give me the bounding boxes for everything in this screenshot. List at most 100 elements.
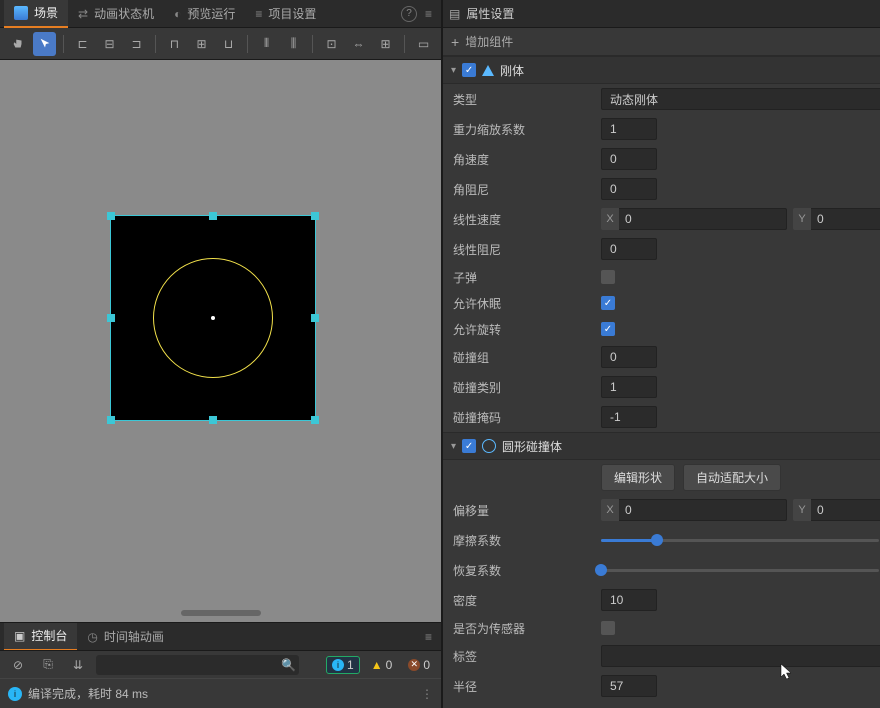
node-origin — [211, 316, 215, 320]
angular-velocity-input[interactable] — [601, 148, 657, 170]
align-left-tool[interactable]: ⊏ — [71, 32, 94, 56]
radius-input[interactable] — [601, 675, 657, 697]
sensor-checkbox[interactable] — [601, 621, 615, 635]
resize-handle[interactable] — [107, 314, 115, 322]
density-input[interactable] — [601, 589, 657, 611]
clear-console-icon[interactable]: ⊘ — [6, 653, 30, 677]
enable-checkbox[interactable]: ✓ — [462, 63, 476, 77]
fit-width-tool[interactable]: ⇔ — [347, 32, 370, 56]
resize-handle[interactable] — [311, 416, 319, 424]
resize-handle[interactable] — [311, 212, 319, 220]
linear-damping-input[interactable] — [601, 238, 657, 260]
inspector-icon: ▤ — [449, 7, 460, 21]
hand-tool[interactable] — [6, 32, 29, 56]
align-center-v-tool[interactable]: ⊞ — [190, 32, 213, 56]
edit-shape-button[interactable]: 编辑形状 — [601, 464, 675, 491]
console-info-badge[interactable]: i 1 — [326, 656, 360, 674]
rigidbody-icon — [482, 65, 494, 76]
collision-mask-input[interactable] — [601, 406, 657, 428]
scene-tab-bar: 场景 ⇄ 动画状态机 ◐ 预览运行 ≡ 项目设置 ? ≡ — [0, 0, 441, 28]
device-tool[interactable]: ▭ — [412, 32, 435, 56]
distribute-v-tool[interactable]: ⫼ — [282, 32, 305, 56]
console-tab-menu-icon[interactable]: ≡ — [425, 630, 432, 644]
tab-console-label: 控制台 — [31, 627, 67, 644]
distribute-h-tool[interactable]: ⫴ — [255, 32, 278, 56]
auto-size-button[interactable]: 自动适配大小 — [683, 464, 781, 491]
tab-project-settings[interactable]: ≡ 项目设置 — [245, 0, 326, 28]
friction-slider[interactable] — [601, 539, 879, 542]
linear-velocity-y-input[interactable] — [811, 208, 880, 230]
tab-console[interactable]: ▣ 控制台 — [4, 623, 77, 651]
align-top-tool[interactable]: ⊓ — [163, 32, 186, 56]
collision-group-input[interactable] — [601, 346, 657, 368]
select-tool[interactable] — [33, 32, 56, 56]
tab-preview[interactable]: ◐ 预览运行 — [164, 0, 245, 28]
plus-icon[interactable]: + — [451, 34, 459, 50]
chevron-down-icon[interactable]: ▾ — [451, 441, 456, 452]
component-title: 圆形碰撞体 — [502, 438, 880, 455]
prop-label: 摩擦系数 — [453, 532, 593, 549]
resize-handle[interactable] — [311, 314, 319, 322]
tab-settings-label: 项目设置 — [268, 5, 316, 22]
tab-timeline[interactable]: ◷ 时间轴动画 — [77, 623, 174, 651]
viewport-scrollbar[interactable] — [181, 610, 261, 616]
tag-input[interactable] — [601, 645, 880, 667]
resize-handle[interactable] — [209, 416, 217, 424]
enable-checkbox[interactable]: ✓ — [462, 439, 476, 453]
rigidbody-type-select[interactable]: 动态刚体 ▾ — [601, 88, 880, 110]
copy-console-icon[interactable]: ⎘ — [36, 653, 60, 677]
resize-handle[interactable] — [209, 212, 217, 220]
inspector-title: 属性设置 — [466, 5, 514, 22]
offset-y-input[interactable] — [811, 499, 880, 521]
linear-velocity-x-input[interactable] — [619, 208, 787, 230]
prop-label: 角阻尼 — [453, 181, 593, 198]
add-component-bar: + 增加组件 ‹ › 🔒 — [443, 28, 880, 56]
console-search[interactable] — [96, 655, 299, 675]
tab-anim-state[interactable]: ⇄ 动画状态机 — [68, 0, 164, 28]
prop-label: 线性阻尼 — [453, 241, 593, 258]
add-component-label[interactable]: 增加组件 — [465, 33, 880, 50]
resize-handle[interactable] — [107, 416, 115, 424]
prop-label: 碰撞组 — [453, 349, 593, 366]
chevron-down-icon[interactable]: ▾ — [451, 65, 456, 76]
prop-label: 碰撞掩码 — [453, 409, 593, 426]
x-label: X — [601, 208, 619, 230]
console-overflow-icon[interactable]: ⋮ — [421, 687, 433, 701]
console-tab-bar: ▣ 控制台 ◷ 时间轴动画 ≡ — [0, 622, 441, 650]
align-right-tool[interactable]: ⊐ — [125, 32, 148, 56]
sliders-icon: ≡ — [255, 7, 262, 21]
allow-rotate-checkbox[interactable]: ✓ — [601, 322, 615, 336]
collapse-console-icon[interactable]: ⇊ — [66, 653, 90, 677]
select-value: 动态刚体 — [610, 91, 658, 108]
restitution-slider[interactable] — [601, 569, 879, 572]
prop-label: 角速度 — [453, 151, 593, 168]
info-icon: i — [8, 687, 22, 701]
selected-node[interactable] — [110, 215, 316, 421]
gravity-scale-input[interactable] — [601, 118, 657, 140]
info-count: 1 — [347, 658, 354, 672]
prop-label: 重力缩放系数 — [453, 121, 593, 138]
align-bottom-tool[interactable]: ⊔ — [217, 32, 240, 56]
component-title: 刚体 — [500, 62, 880, 79]
inspector-header: ▤ 属性设置 ? ≡ — [443, 0, 880, 28]
tab-scene[interactable]: 场景 — [4, 0, 68, 28]
help-icon[interactable]: ? — [401, 6, 417, 22]
console-error-badge[interactable]: ✕ 0 — [403, 657, 435, 673]
console-warn-badge[interactable]: ▲ 0 — [366, 657, 398, 673]
prop-label: 碰撞类别 — [453, 379, 593, 396]
align-center-h-tool[interactable]: ⊟ — [98, 32, 121, 56]
resize-handle[interactable] — [107, 212, 115, 220]
tab-timeline-label: 时间轴动画 — [104, 628, 164, 645]
tab-menu-icon[interactable]: ≡ — [425, 7, 432, 21]
bullet-checkbox[interactable] — [601, 270, 615, 284]
error-icon: ✕ — [408, 659, 420, 671]
offset-x-input[interactable] — [619, 499, 787, 521]
collision-category-input[interactable] — [601, 376, 657, 398]
scene-viewport[interactable] — [0, 60, 441, 622]
grid-tool[interactable]: ⊞ — [374, 32, 397, 56]
angular-damping-input[interactable] — [601, 178, 657, 200]
tab-scene-label: 场景 — [34, 4, 58, 21]
y-label: Y — [793, 499, 811, 521]
snap-tool[interactable]: ⊡ — [320, 32, 343, 56]
allow-sleep-checkbox[interactable]: ✓ — [601, 296, 615, 310]
